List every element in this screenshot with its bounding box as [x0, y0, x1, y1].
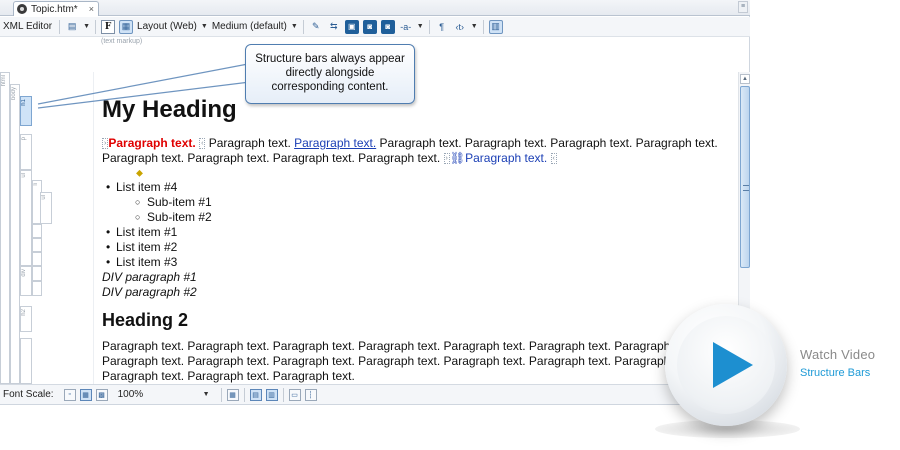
- list-item[interactable]: List item #3: [106, 255, 212, 270]
- structure-bar-li[interactable]: [32, 238, 42, 252]
- callout-tooltip: Structure bars always appear directly al…: [245, 44, 415, 104]
- font-scale-small-icon[interactable]: ▫: [63, 388, 76, 401]
- structure-bar-body[interactable]: body: [10, 84, 20, 384]
- list-item[interactable]: List item #1: [106, 225, 212, 240]
- ruler-icon[interactable]: ▭: [288, 388, 301, 401]
- paragraph-line: Paragraph text. Paragraph text. Paragrap…: [102, 339, 738, 353]
- font-scale-large-icon[interactable]: ▩: [95, 388, 108, 401]
- status-divider: [243, 387, 245, 402]
- div-paragraph[interactable]: DIV paragraph #1: [102, 270, 197, 284]
- font-scale-label: Font Scale:: [3, 389, 54, 400]
- structure-bar-ul-nested[interactable]: ul: [40, 192, 52, 224]
- status-bar: Font Scale: ▫ ▦ ▩ 100% ▼ ▦ ▤ ▥ ▭ ┆: [0, 384, 750, 404]
- structure-bar-p[interactable]: [20, 338, 32, 384]
- list-item[interactable]: List item #4: [106, 180, 212, 195]
- pilcrow-icon[interactable]: ¶: [435, 20, 449, 34]
- structure-bar-p[interactable]: [32, 281, 42, 296]
- bullet-list: List item #4 Sub-item #1 Sub-item #2 Lis…: [106, 180, 212, 270]
- red-text: Paragraph text.: [108, 136, 196, 150]
- paragraph-line: Paragraph text. Paragraph text. Paragrap…: [102, 369, 355, 383]
- tag-icon[interactable]: ‹t›: [453, 20, 467, 34]
- structure-bar-li[interactable]: [32, 224, 42, 238]
- toolbar-divider: [482, 19, 484, 34]
- plain-text: Paragraph text.: [205, 136, 295, 150]
- structure-bar-div[interactable]: div: [20, 266, 32, 296]
- zoom-select[interactable]: 100% ▼: [118, 388, 214, 402]
- scroll-up-icon[interactable]: ▲: [740, 74, 750, 84]
- callout-line: directly alongside: [285, 67, 375, 79]
- heading-2[interactable]: Heading 2: [102, 310, 188, 331]
- zoom-value: 100%: [117, 389, 144, 400]
- table-icon[interactable]: ▥: [488, 19, 503, 34]
- status-divider: [282, 387, 284, 402]
- marker-pin-icon[interactable]: ⬥: [136, 168, 143, 179]
- chevron-down-icon[interactable]: ▼: [471, 23, 478, 30]
- watch-video-label[interactable]: Watch Video: [800, 347, 875, 362]
- tag-marker: ‹: [550, 153, 557, 165]
- play-button[interactable]: [665, 304, 787, 426]
- structure-bar-p[interactable]: [32, 266, 42, 281]
- video-title-link[interactable]: Structure Bars: [800, 367, 870, 379]
- structure-bars-toggle-icon[interactable]: ▤: [249, 388, 262, 401]
- callout-line: Structure bars always appear: [255, 53, 405, 65]
- play-icon: [713, 342, 753, 388]
- colors-icon[interactable]: ▦: [226, 388, 239, 401]
- callout-line: corresponding content.: [271, 81, 389, 93]
- font-scale-medium-icon[interactable]: ▦: [79, 388, 92, 401]
- vertical-ruler-icon[interactable]: ┆: [304, 388, 317, 401]
- paragraph-2[interactable]: Paragraph text. Paragraph text. Paragrap…: [102, 339, 738, 384]
- scroll-thumb[interactable]: [740, 86, 750, 268]
- blue-text[interactable]: Paragraph text.: [465, 151, 547, 165]
- list-subitem[interactable]: Sub-item #1: [135, 195, 212, 210]
- span-bars-toggle-icon[interactable]: ▥: [265, 388, 278, 401]
- pane-menu-icon[interactable]: ≡: [738, 1, 748, 13]
- paragraph-1[interactable]: › Paragraph text. ‹ Paragraph text. Parag…: [102, 136, 724, 166]
- toolbar-divider: [428, 19, 430, 34]
- list-subitem[interactable]: Sub-item #2: [135, 210, 212, 225]
- structure-bar-h2[interactable]: h2: [20, 306, 32, 332]
- paragraph-line: Paragraph text. Paragraph text. Paragrap…: [102, 354, 738, 368]
- div-paragraph[interactable]: DIV paragraph #2: [102, 285, 197, 299]
- list-item[interactable]: List item #2: [106, 240, 212, 255]
- chevron-down-icon: ▼: [202, 391, 210, 398]
- structure-bar-p[interactable]: p: [20, 134, 32, 170]
- link-icon: ⛓: [449, 151, 466, 165]
- structure-bar-li[interactable]: [32, 252, 42, 266]
- paragraph-link[interactable]: Paragraph text.: [294, 136, 376, 150]
- structure-bar-ul[interactable]: ul: [20, 170, 32, 266]
- status-divider: [220, 387, 222, 402]
- grip-icon: [743, 185, 749, 191]
